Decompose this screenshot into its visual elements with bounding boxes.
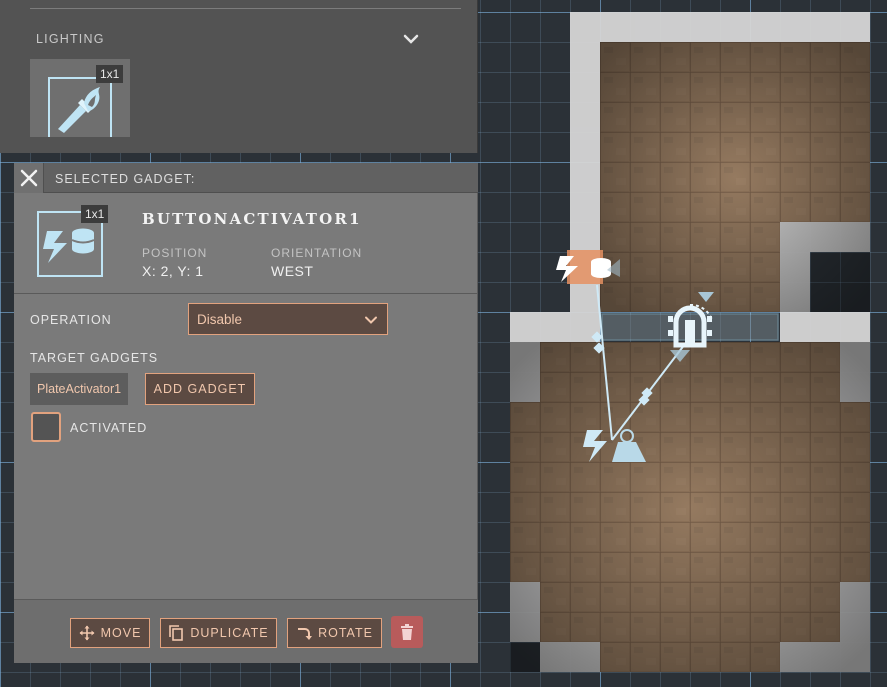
operation-select[interactable]: Disable xyxy=(188,303,388,335)
section-divider xyxy=(14,293,477,294)
top-divider xyxy=(30,8,461,9)
move-button[interactable]: MOVE xyxy=(70,618,150,648)
chevron-down-icon xyxy=(365,316,377,324)
position-value: X: 2, Y: 1 xyxy=(142,263,204,279)
duplicate-icon xyxy=(169,625,184,641)
floor-tiles xyxy=(510,42,870,672)
lighting-panel: LIGHTING 1x1 xyxy=(0,0,478,153)
move-icon xyxy=(79,625,95,641)
duplicate-label: DUPLICATE xyxy=(190,626,269,640)
rotate-button[interactable]: ROTATE xyxy=(287,618,382,648)
button-activator-icon xyxy=(43,228,95,263)
torch-icon xyxy=(58,87,100,133)
move-label: MOVE xyxy=(100,626,142,640)
delete-button[interactable] xyxy=(391,616,423,648)
orientation-value: WEST xyxy=(271,263,314,279)
close-icon xyxy=(20,169,37,187)
lighting-tile-torch[interactable]: 1x1 xyxy=(30,59,130,137)
close-button[interactable] xyxy=(14,163,44,193)
activated-label: ACTIVATED xyxy=(70,421,148,435)
operation-select-value: Disable xyxy=(197,312,243,327)
panel-header-title: SELECTED GADGET: xyxy=(55,172,196,186)
panel-header: SELECTED GADGET: xyxy=(14,163,478,193)
gadget-size-badge: 1x1 xyxy=(81,205,109,223)
add-gadget-label: ADD GADGET xyxy=(153,382,247,396)
selected-gadget-panel: SELECTED GADGET: 1x1 BUTTONACTIVATOR1 PO… xyxy=(14,163,478,663)
chevron-down-icon[interactable] xyxy=(402,30,420,48)
lighting-section-label: LIGHTING xyxy=(36,32,105,46)
position-label: POSITION xyxy=(142,246,208,260)
operation-label: OPERATION xyxy=(30,313,112,327)
gadget-name: BUTTONACTIVATOR1 xyxy=(142,210,362,228)
orientation-label: ORIENTATION xyxy=(271,246,363,260)
add-gadget-button[interactable]: ADD GADGET xyxy=(145,373,255,405)
trash-icon xyxy=(401,624,413,640)
activated-checkbox[interactable] xyxy=(31,412,61,442)
target-gadgets-label: TARGET GADGETS xyxy=(30,351,159,365)
tile-size-badge: 1x1 xyxy=(96,65,124,83)
duplicate-button[interactable]: DUPLICATE xyxy=(160,618,277,648)
target-gadget-chip[interactable]: PlateActivator1 xyxy=(30,373,129,405)
rotate-icon xyxy=(298,628,313,640)
rotate-label: ROTATE xyxy=(318,626,373,640)
panel-footer: MOVE DUPLICATE ROTATE xyxy=(14,599,478,663)
